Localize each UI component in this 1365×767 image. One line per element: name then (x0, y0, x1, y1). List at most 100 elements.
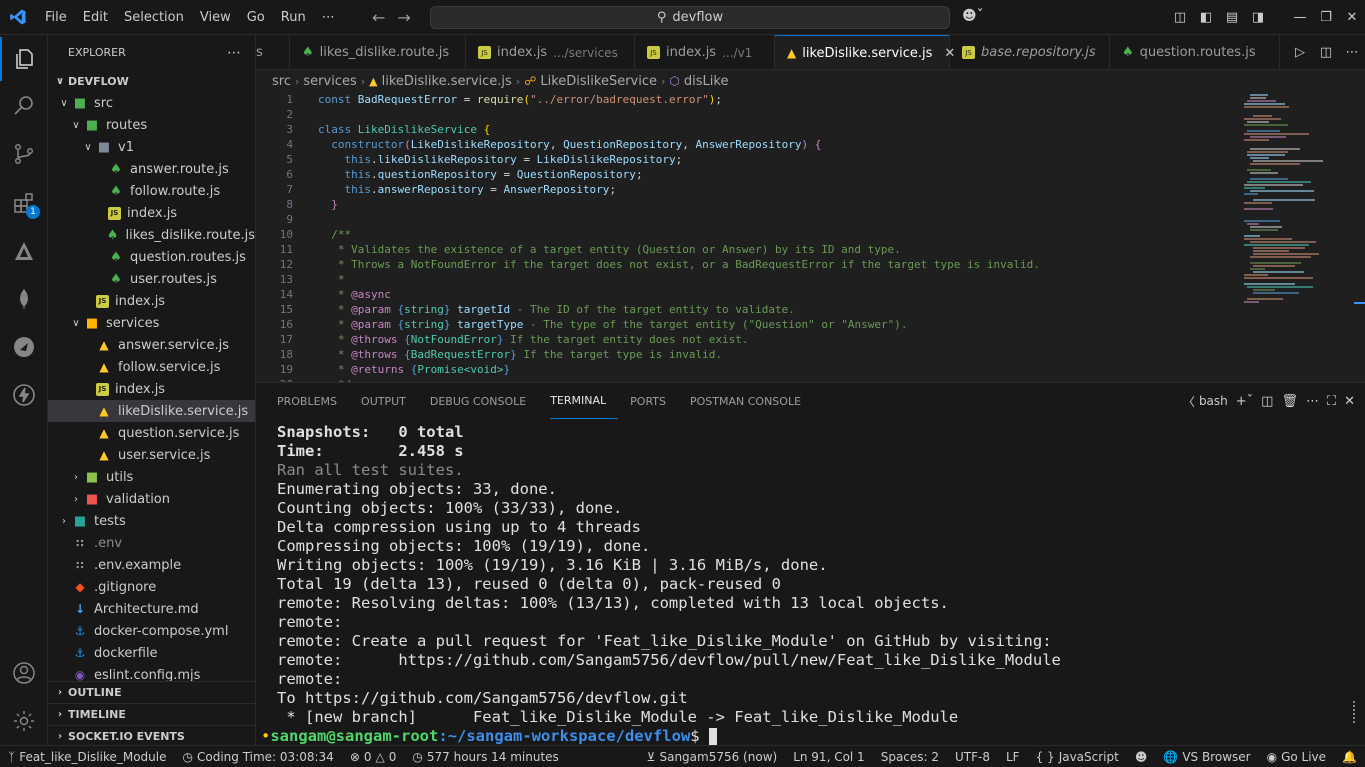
panel-tab[interactable]: POSTMAN CONSOLE (690, 383, 813, 419)
back-arrow-icon[interactable]: ← (372, 8, 385, 27)
new-terminal-icon[interactable]: +ˇ (1236, 394, 1253, 409)
minimize-icon[interactable]: — (1287, 10, 1313, 25)
outline-section[interactable]: › OUTLINE (48, 681, 255, 703)
split-terminal-icon[interactable]: ◫ (1261, 394, 1273, 409)
maximize-panel-icon[interactable]: ⛶ (1327, 394, 1336, 409)
tree-file[interactable]: ⚓ dockerfile (48, 642, 255, 664)
editor-tab[interactable]: JS index.js .../services (466, 35, 635, 69)
code-editor[interactable]: 1 const BadRequestError = require("../err… (256, 92, 1365, 382)
extensions-icon[interactable]: 1 (0, 181, 48, 225)
tree-folder[interactable]: ∨ ■ src (48, 92, 255, 114)
editor-tab[interactable]: ♠ question.routes.js (1110, 35, 1280, 69)
tree-file[interactable]: ▲ follow.service.js (48, 356, 255, 378)
tree-file[interactable]: ♠ question.routes.js (48, 246, 255, 268)
git-blame-status[interactable]: ⊻ Sangam5756 (now) (639, 750, 786, 764)
account-icon[interactable] (0, 651, 48, 695)
tree-folder[interactable]: › ■ utils (48, 466, 255, 488)
toggle-secondary-sidebar-icon[interactable]: ◨ (1245, 10, 1271, 25)
explorer-icon[interactable] (0, 37, 48, 81)
source-control-icon[interactable] (0, 132, 48, 176)
tree-file[interactable]: ▲ likeDislike.service.js (48, 400, 255, 422)
tree-file[interactable]: ▲ question.service.js (48, 422, 255, 444)
forward-arrow-icon[interactable]: → (397, 8, 410, 27)
workspace-root[interactable]: ∨ DEVFLOW (48, 70, 255, 92)
more-actions-icon[interactable]: ⋯ (1339, 45, 1365, 60)
breadcrumb-method[interactable]: disLike (684, 74, 729, 89)
toggle-sidebar-icon[interactable]: ◧ (1193, 10, 1219, 25)
timeline-section[interactable]: › TIMELINE (48, 703, 255, 725)
minimap[interactable] (1240, 92, 1352, 307)
close-panel-icon[interactable]: ✕ (1344, 394, 1355, 409)
tree-file[interactable]: ∷ .env (48, 532, 255, 554)
encoding[interactable]: UTF-8 (947, 750, 998, 764)
menu-item[interactable]: View (192, 0, 239, 35)
more-actions-icon[interactable]: ⋯ (1306, 394, 1319, 409)
problems-status[interactable]: ⊗ 0 △ 0 (342, 750, 405, 764)
tree-file[interactable]: JS index.js (48, 378, 255, 400)
tree-file[interactable]: ⚓ docker-compose.yml (48, 620, 255, 642)
settings-gear-icon[interactable] (0, 699, 48, 743)
menu-item[interactable]: Go (239, 0, 273, 35)
breadcrumb-src[interactable]: src (272, 74, 291, 89)
branch-status[interactable]: ᛉ Feat_like_Dislike_Module (0, 750, 175, 764)
tree-folder[interactable]: ∨ ■ v1 (48, 136, 255, 158)
cursor-position[interactable]: Ln 91, Col 1 (785, 750, 873, 764)
terminal-shell-selector[interactable]: 〈 bash (1183, 393, 1228, 410)
socketio-events-section[interactable]: › SOCKET.IO EVENTS (48, 725, 255, 745)
notifications-status[interactable]: 🔔 (1334, 750, 1365, 764)
copilot-icon[interactable]: ☻ˇ (962, 8, 984, 24)
search-view-icon[interactable] (0, 83, 48, 127)
menu-item[interactable]: Edit (75, 0, 116, 35)
panel-tab[interactable]: TERMINAL (550, 383, 619, 419)
command-center-search[interactable]: ⚲ devflow (430, 6, 950, 29)
vs-browser-status[interactable]: 🌐 VS Browser (1155, 750, 1258, 764)
thunder-client-icon[interactable] (0, 373, 48, 417)
kill-terminal-trash-icon[interactable]: 🗑 (1281, 394, 1298, 409)
tree-file[interactable]: ♠ answer.route.js (48, 158, 255, 180)
tree-file[interactable]: ♠ user.routes.js (48, 268, 255, 290)
go-live-status[interactable]: ◉ Go Live (1259, 750, 1334, 764)
tree-file[interactable]: ▲ answer.service.js (48, 334, 255, 356)
panel-tab[interactable]: OUTPUT (361, 383, 418, 419)
panel-tab[interactable]: PORTS (630, 383, 678, 419)
breadcrumb-file[interactable]: likeDislike.service.js (382, 74, 512, 89)
panel-tab[interactable]: DEBUG CONSOLE (430, 383, 538, 419)
toggle-panel-icon[interactable]: ▤ (1219, 10, 1245, 25)
tree-folder[interactable]: › ■ validation (48, 488, 255, 510)
lightbulb-icon[interactable]: • (261, 727, 270, 745)
tree-file[interactable]: JS index.js (48, 290, 255, 312)
panel-tab[interactable]: PROBLEMS (277, 383, 349, 419)
terminal-scrollbar[interactable] (1353, 701, 1359, 723)
copilot-status[interactable]: ☻ (1127, 750, 1156, 764)
editor-tab[interactable]: JS index.js .../v1 (635, 35, 775, 69)
breadcrumb-services[interactable]: services (303, 74, 356, 89)
wakatime-status[interactable]: ◷ 577 hours 14 minutes (404, 750, 566, 764)
tree-file[interactable]: JS index.js (48, 202, 255, 224)
terminal-output[interactable]: Snapshots: 0 total Time: 2.458 s Ran all t… (261, 423, 1357, 746)
tree-file[interactable]: ▲ user.service.js (48, 444, 255, 466)
menu-item[interactable]: File (37, 0, 75, 35)
tree-file[interactable]: ↓ Architecture.md (48, 598, 255, 620)
more-actions-icon[interactable]: ⋯ (227, 45, 241, 61)
tree-folder[interactable]: ∨ ■ services (48, 312, 255, 334)
run-icon[interactable]: ▷ (1287, 45, 1313, 60)
menu-item[interactable]: Selection (116, 0, 192, 35)
editor-tab[interactable]: ▲ likeDislike.service.js ✕ (775, 35, 955, 69)
language-mode[interactable]: { } JavaScript (1028, 750, 1127, 764)
tree-folder[interactable]: ∨ ■ routes (48, 114, 255, 136)
mongodb-leaf-icon[interactable] (0, 277, 48, 321)
tree-file[interactable]: ∷ .env.example (48, 554, 255, 576)
tree-file[interactable]: ♠ likes_dislike.route.js (48, 224, 255, 246)
breadcrumb-class[interactable]: LikeDislikeService (540, 74, 657, 89)
menu-item[interactable]: Run (273, 0, 314, 35)
restore-icon[interactable]: ❐ (1313, 10, 1339, 25)
layout-customize-icon[interactable]: ◫ (1167, 10, 1193, 25)
editor-tab[interactable]: JS base.repository.js (950, 35, 1110, 69)
editor-tab[interactable]: s (256, 35, 290, 69)
coding-time-status[interactable]: ◷ Coding Time: 03:08:34 (175, 750, 342, 764)
menu-item[interactable]: ⋯ (314, 0, 343, 35)
tree-folder[interactable]: › ■ tests (48, 510, 255, 532)
close-window-icon[interactable]: ✕ (1339, 10, 1365, 25)
editor-tab[interactable]: ♠ likes_dislike.route.js (290, 35, 466, 69)
split-editor-icon[interactable]: ◫ (1313, 45, 1339, 60)
